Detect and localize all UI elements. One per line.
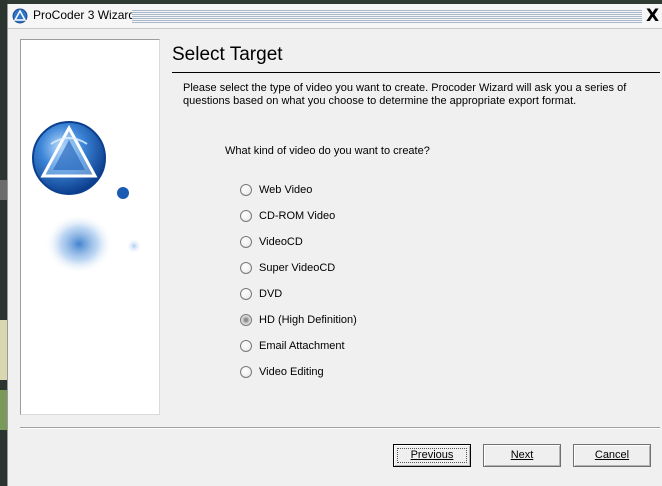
radio-button[interactable] <box>240 340 252 352</box>
previous-button-label: Previous <box>410 449 454 461</box>
wizard-dialog: ProCoder 3 Wizard X Select Target Please… <box>7 4 662 486</box>
desktop-fragment <box>0 180 7 200</box>
option-label: Super VideoCD <box>259 262 336 274</box>
option-label: Web Video <box>259 184 313 196</box>
title-bar[interactable]: ProCoder 3 Wizard X <box>8 4 662 29</box>
radio-button[interactable] <box>240 236 252 248</box>
option-label: VideoCD <box>259 236 303 248</box>
option-label: CD-ROM Video <box>259 210 336 222</box>
procoder-app-icon <box>12 8 28 24</box>
footer-divider <box>20 427 660 429</box>
title-bar-stripes <box>132 10 642 23</box>
radio-button[interactable] <box>240 366 252 378</box>
next-button-label: Next <box>510 449 534 461</box>
option-label: HD (High Definition) <box>259 314 357 326</box>
window-title: ProCoder 3 Wizard <box>33 8 136 22</box>
page-title: Select Target <box>172 44 283 65</box>
wizard-side-panel <box>20 39 160 415</box>
radio-button[interactable] <box>240 288 252 300</box>
close-icon[interactable]: X <box>644 7 661 25</box>
next-button[interactable]: Next <box>483 444 561 467</box>
cancel-button-label: Cancel <box>594 449 630 461</box>
option-label: Video Editing <box>259 366 324 378</box>
previous-button[interactable]: Previous <box>393 444 471 467</box>
desktop-fragment <box>0 320 7 380</box>
radio-button[interactable] <box>240 262 252 274</box>
procoder-logo-icon <box>32 121 142 274</box>
option-label: Email Attachment <box>259 340 345 352</box>
option-label: DVD <box>259 288 283 300</box>
desktop-fragment <box>0 390 7 430</box>
radio-button-selected[interactable] <box>240 314 252 326</box>
instructions-text: Please select the type of video you want… <box>183 82 627 107</box>
radio-button[interactable] <box>240 184 252 196</box>
cancel-button[interactable]: Cancel <box>573 444 651 467</box>
question-label: What kind of video do you want to create… <box>225 145 430 157</box>
heading-divider <box>172 72 660 73</box>
radio-button[interactable] <box>240 210 252 222</box>
